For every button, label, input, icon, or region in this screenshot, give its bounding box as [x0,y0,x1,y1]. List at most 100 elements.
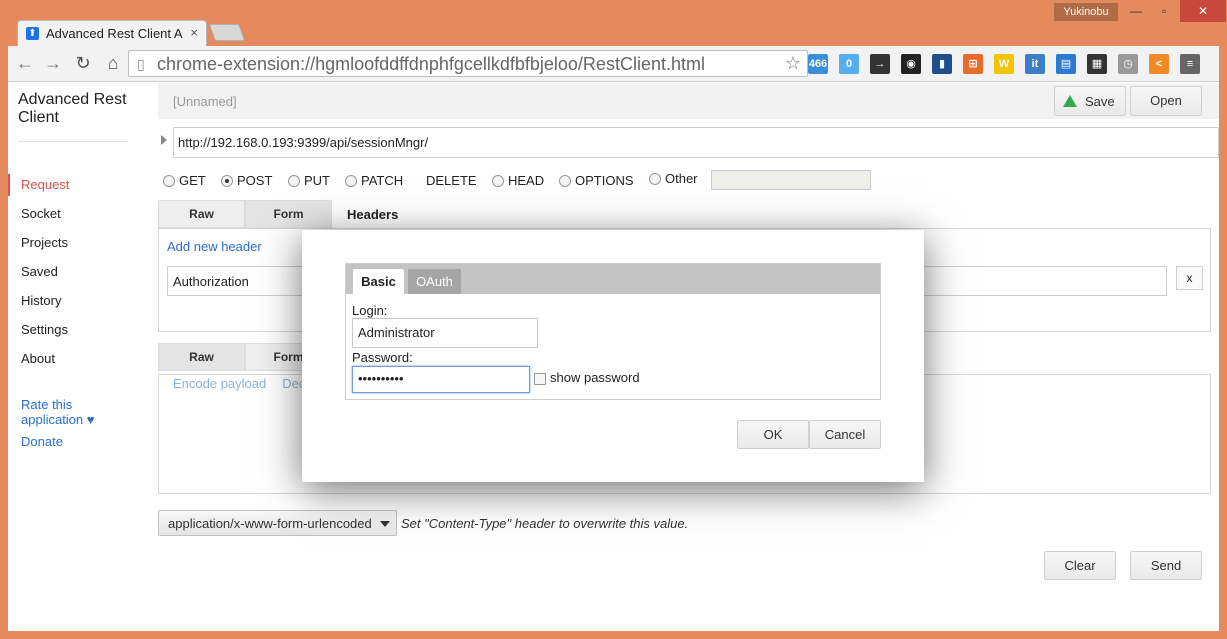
method-label: PUT [304,173,330,188]
method-label: DELETE [426,173,477,188]
title-bar: ⬆ Advanced Rest Client A × Yukinobu — ▫ … [0,0,1227,46]
headers-tabs: Raw Form [158,200,332,228]
clear-button[interactable]: Clear [1044,551,1116,580]
chevron-down-icon [380,521,390,527]
donate-link[interactable]: Donate [21,434,63,449]
method-put[interactable]: PUT [288,173,330,188]
address-bar[interactable]: ▯ chrome-extension://hgmloofddffdnphfgce… [128,50,808,77]
active-indicator [8,174,10,196]
sidebar-item-history[interactable]: History [21,293,61,308]
tab-oauth[interactable]: OAuth [408,269,461,294]
remove-header-button[interactable]: x [1176,266,1203,290]
sidebar-divider [18,141,128,142]
login-input[interactable]: Administrator [352,318,538,348]
share-icon[interactable]: → [870,54,890,74]
browser-tab[interactable]: ⬆ Advanced Rest Client A × [17,20,207,46]
method-label: OPTIONS [575,173,634,188]
tweetdeck-icon[interactable]: 0 [839,54,859,74]
content-type-hint: Set "Content-Type" header to overwrite t… [401,516,689,531]
request-name[interactable]: [Unnamed] [173,94,237,109]
twitter-icon[interactable]: 466 [808,54,828,74]
rate-app-link[interactable]: Rate this application ♥ [21,397,121,427]
user-badge[interactable]: Yukinobu [1054,3,1118,21]
save-label: Save [1085,94,1115,109]
save-button[interactable]: Save [1054,86,1126,116]
radio-icon[interactable] [345,174,357,187]
stats-icon[interactable]: ▮ [932,54,952,74]
radio-icon[interactable] [288,174,300,187]
app-title: Advanced Rest Client [18,91,127,126]
other-method-input[interactable] [711,170,871,190]
radio-icon[interactable] [649,172,661,185]
share2-icon[interactable]: < [1149,54,1169,74]
w-icon[interactable]: W [994,54,1014,74]
send-button[interactable]: Send [1130,551,1202,580]
method-selector: GET POST PUT PATCH DELETE HEAD OPTIONS O… [163,171,1163,193]
sidebar-item-socket[interactable]: Socket [21,206,61,221]
radio-icon[interactable] [559,174,571,187]
method-get[interactable]: GET [163,173,206,188]
color-icon[interactable]: ◉ [901,54,921,74]
window-icon[interactable]: ▤ [1056,54,1076,74]
tab-payload-raw[interactable]: Raw [158,343,245,371]
headers-title: Headers [347,207,399,222]
tab-basic[interactable]: Basic [353,269,404,294]
encode-payload-link[interactable]: Encode payload [173,376,266,391]
method-label: GET [179,173,206,188]
tab-close-icon[interactable]: × [190,25,198,40]
sidebar-item-request[interactable]: Request [21,177,69,192]
radio-selected-icon[interactable] [221,174,233,187]
bookmark-star-icon[interactable]: ☆ [785,53,801,74]
login-label: Login: [352,303,388,318]
show-password-checkbox[interactable] [534,373,546,385]
url-input[interactable]: http://192.168.0.193:9399/api/sessionMng… [173,127,1219,158]
password-label: Password: [352,350,413,365]
method-label: HEAD [508,173,545,188]
radio-icon[interactable] [492,174,504,187]
minimize-button[interactable]: — [1122,0,1150,22]
tab-headers-form[interactable]: Form [245,200,332,228]
sidebar: Advanced Rest Client Request Socket Proj… [8,82,158,631]
radio-icon[interactable] [163,174,175,187]
maximize-button[interactable]: ▫ [1150,0,1178,22]
ok-button[interactable]: OK [737,420,809,449]
menu-icon[interactable]: ≡ [1180,54,1200,74]
content-type-select[interactable]: application/x-www-form-urlencoded [158,510,397,536]
auth-tabbar: Basic OAuth [346,264,880,294]
content-type-value: application/x-www-form-urlencoded [168,516,372,531]
method-head[interactable]: HEAD [492,173,544,188]
method-post[interactable]: POST [221,173,272,188]
sidebar-item-projects[interactable]: Projects [21,235,68,250]
it-icon[interactable]: it [1025,54,1045,74]
cancel-button[interactable]: Cancel [809,420,881,449]
back-arrow-icon[interactable]: ← [14,52,36,74]
url-expand-icon[interactable] [161,135,167,145]
request-topbar: [Unnamed] Save Open [158,83,1219,119]
method-delete[interactable]: DELETE [426,173,477,188]
forward-arrow-icon[interactable]: → [42,52,64,74]
method-label: PATCH [361,173,404,188]
page-icon: ▯ [137,56,145,72]
app-favicon-icon: ⬆ [26,27,39,40]
sidebar-item-saved[interactable]: Saved [21,264,58,279]
close-window-button[interactable]: ✕ [1180,0,1226,22]
open-button[interactable]: Open [1130,86,1202,116]
film-icon[interactable]: ▦ [1087,54,1107,74]
cart-icon[interactable]: ⊞ [963,54,983,74]
sidebar-item-about[interactable]: About [21,351,55,366]
address-url[interactable]: chrome-extension://hgmloofddffdnphfgcell… [157,54,705,75]
tab-headers-raw[interactable]: Raw [158,200,245,228]
clock-icon[interactable]: ◷ [1118,54,1138,74]
method-patch[interactable]: PATCH [345,173,403,188]
method-options[interactable]: OPTIONS [559,173,634,188]
sidebar-item-settings[interactable]: Settings [21,322,68,337]
password-input[interactable]: •••••••••• [352,366,530,393]
method-label: Other [665,171,698,186]
home-icon[interactable]: ⌂ [102,52,124,74]
new-tab-button[interactable] [208,24,246,41]
drive-icon [1063,95,1077,107]
method-other[interactable]: Other [649,171,698,186]
reload-icon[interactable]: ↻ [72,52,94,74]
add-header-link[interactable]: Add new header [167,239,262,254]
show-password-label[interactable]: show password [550,370,640,385]
